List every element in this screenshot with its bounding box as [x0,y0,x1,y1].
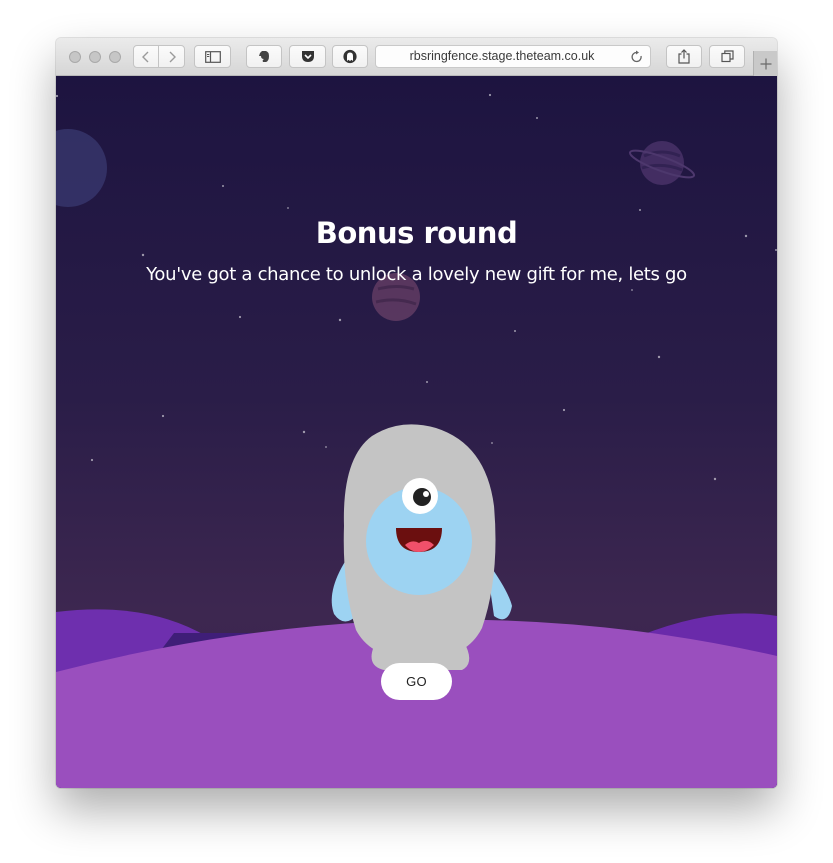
minimize-window-button[interactable] [89,51,101,63]
game-scene: Bonus round You've got a chance to unloc… [56,76,777,788]
url-text: rbsringfence.stage.theteam.co.uk [409,49,595,63]
page-title: Bonus round [315,216,518,250]
share-button[interactable] [666,45,702,68]
sidebar-icon [204,50,221,63]
planet-left [56,129,107,207]
go-button[interactable]: GO [381,663,452,700]
ghostery-icon [343,49,357,64]
chevron-left-icon [142,51,149,62]
planet-ringed [628,141,696,185]
tabs-icon [720,50,734,63]
pocket-extension-button[interactable] [289,45,326,68]
back-button[interactable] [133,45,159,68]
browser-toolbar: rbsringfence.stage.theteam.co.uk [56,38,777,76]
plus-icon [760,58,771,69]
reload-icon[interactable] [630,50,644,64]
share-icon [678,49,690,64]
new-tab-button[interactable] [753,51,777,76]
close-window-button[interactable] [69,51,81,63]
show-tabs-button[interactable] [709,45,745,68]
page-subtitle: You've got a chance to unlock a lovely n… [146,264,687,285]
address-bar[interactable]: rbsringfence.stage.theteam.co.uk [375,45,651,68]
zoom-window-button[interactable] [109,51,121,63]
chevron-right-icon [169,51,176,62]
evernote-extension-button[interactable] [246,45,282,68]
ghostery-extension-button[interactable] [332,45,368,68]
browser-window: rbsringfence.stage.theteam.co.uk Bonus r… [56,38,777,788]
pocket-icon [301,51,314,62]
evernote-icon [259,50,269,62]
sidebar-button[interactable] [194,45,231,68]
forward-button[interactable] [158,45,185,68]
